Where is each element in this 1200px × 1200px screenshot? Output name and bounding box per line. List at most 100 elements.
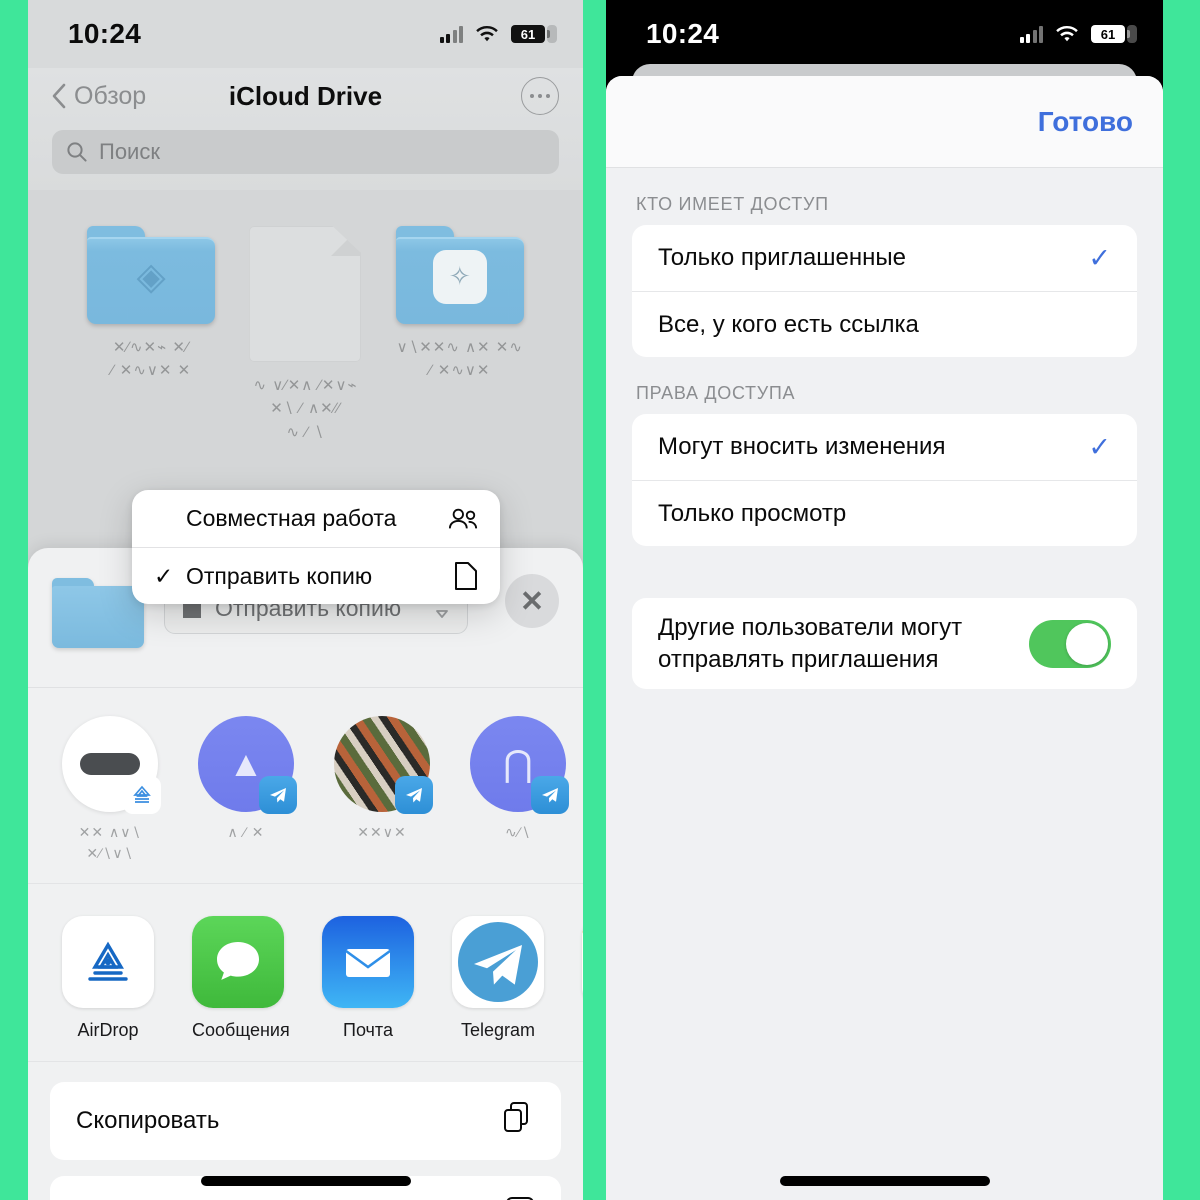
screenshot-root: 10:24 61 Обзор iCloud Drive Поиск ◈ ✕∕∿✕… bbox=[0, 0, 1200, 1200]
home-indicator bbox=[779, 1176, 990, 1186]
airpods-case-icon bbox=[80, 753, 140, 775]
battery-level: 61 bbox=[1100, 26, 1116, 42]
context-menu[interactable]: Совместная работа ✓ Отправить копию bbox=[132, 490, 500, 604]
telegram-icon bbox=[452, 916, 544, 1008]
status-indicators: 61 bbox=[1019, 25, 1137, 43]
status-indicators: 61 bbox=[439, 25, 557, 43]
option-invited-only[interactable]: Только приглашенные ✓ bbox=[632, 225, 1137, 291]
telegram-icon bbox=[531, 776, 569, 814]
checkmark-icon: ✓ bbox=[154, 562, 174, 589]
toggle-label: Другие пользователи могут отправлять при… bbox=[658, 614, 963, 673]
avatar: ▲ bbox=[198, 716, 297, 814]
file-name: ✕∕∿✕⌁ ✕∕ ∕ ✕∿∨✕ ✕ bbox=[111, 339, 192, 380]
context-menu-item-collaborate[interactable]: Совместная работа bbox=[132, 490, 500, 547]
back-button-label: Обзор bbox=[74, 81, 147, 110]
who-has-access-group: Только приглашенные ✓ Все, у кого есть с… bbox=[632, 225, 1137, 357]
people-icon bbox=[448, 507, 478, 531]
contact-name: ✕✕∨✕ bbox=[357, 824, 407, 840]
left-status-bar: 10:24 61 bbox=[28, 0, 583, 68]
cellular-bars-icon bbox=[1019, 25, 1043, 43]
battery-icon: 61 bbox=[511, 25, 550, 43]
toggle-knob bbox=[1066, 622, 1108, 665]
app-item-mail[interactable]: Почта bbox=[322, 916, 414, 1041]
avatar-initials-icon: ⋂ bbox=[503, 743, 533, 784]
file-name: ∿ ∨∕✕∧ ∕✕∨⌁ ✕∖ ∕ ∧✕∕∕ ∿ ∕ ∖ bbox=[253, 377, 358, 441]
file-item[interactable]: ◈ ✕∕∿✕⌁ ✕∕ ∕ ✕∿∨✕ ✕ bbox=[76, 226, 226, 444]
right-phone-screen: 10:24 61 Готово Кто имеет досту bbox=[606, 0, 1163, 1200]
shared-item-thumbnail bbox=[52, 578, 144, 648]
context-menu-item-label: Совместная работа bbox=[186, 505, 397, 531]
telegram-icon bbox=[259, 776, 297, 814]
left-phone-screen: 10:24 61 Обзор iCloud Drive Поиск ◈ ✕∕∿✕… bbox=[28, 0, 583, 1200]
folder-icon: ✧ bbox=[395, 226, 524, 324]
contact-item[interactable]: ⋂ ∿∕∖ bbox=[470, 716, 569, 873]
app-label: За bbox=[582, 1020, 583, 1041]
notes-icon bbox=[582, 916, 583, 1008]
others-can-invite-toggle[interactable] bbox=[1029, 619, 1111, 668]
folder-icon: ◈ bbox=[87, 226, 216, 324]
copy-icon bbox=[503, 1101, 535, 1142]
option-label: Только приглашенные bbox=[658, 244, 906, 272]
document-icon bbox=[448, 562, 478, 590]
avatar: ⋂ bbox=[470, 716, 569, 814]
done-button[interactable]: Готово bbox=[1038, 106, 1133, 138]
sharing-options-sheet: Готово Кто имеет доступ Только приглашен… bbox=[606, 76, 1163, 1200]
cellular-bars-icon bbox=[439, 25, 463, 43]
checkmark-icon: ✓ bbox=[1088, 431, 1111, 462]
file-name: ∨∖✕✕∿ ∧✕ ✕∿ ∕ ✕∿∨✕ bbox=[396, 339, 523, 380]
share-sheet: Отправить копию ✕ ✕✕ ∧∨∖ ✕∕∖∨∖ ▲ ∧ ∕ ✕ ✕… bbox=[28, 548, 583, 1200]
app-label: Telegram bbox=[460, 1020, 536, 1040]
chevron-left-icon bbox=[52, 83, 66, 109]
permissions-group: Могут вносить изменения ✓ Только просмот… bbox=[632, 414, 1137, 546]
app-label: AirDrop bbox=[77, 1020, 139, 1040]
app-item-notes[interactable]: За bbox=[582, 916, 583, 1041]
contact-name: ∿∕∖ bbox=[505, 824, 531, 840]
file-item[interactable]: ✧ ∨∖✕✕∿ ∧✕ ✕∿ ∕ ✕∿∨✕ bbox=[385, 226, 535, 444]
action-label: Скопировать bbox=[76, 1107, 220, 1134]
apps-row[interactable]: AirDrop Сообщения Почта Telegram bbox=[28, 884, 583, 1062]
file-item[interactable]: ∿ ∨∕✕∧ ∕✕∨⌁ ✕∖ ∕ ∧✕∕∕ ∿ ∕ ∖ bbox=[230, 226, 380, 444]
option-view-only[interactable]: Только просмотр bbox=[632, 480, 1137, 546]
action-copy[interactable]: Скопировать bbox=[50, 1082, 561, 1160]
airdrop-icon bbox=[62, 916, 154, 1008]
avatar bbox=[334, 716, 433, 814]
back-button[interactable]: Обзор bbox=[52, 82, 146, 111]
mail-icon bbox=[322, 916, 414, 1008]
sheet-header: Готово bbox=[606, 76, 1163, 168]
file-grid: ◈ ✕∕∿✕⌁ ✕∕ ∕ ✕∿∨✕ ✕ ∿ ∨∕✕∧ ∕✕∨⌁ ✕∖ ∕ ∧✕∕… bbox=[28, 226, 583, 444]
app-label: Почта bbox=[343, 1020, 393, 1040]
telegram-icon bbox=[395, 776, 433, 814]
contact-name: ∧ ∕ ✕ bbox=[227, 824, 265, 840]
status-time: 10:24 bbox=[68, 18, 142, 49]
context-menu-item-send-copy[interactable]: ✓ Отправить копию bbox=[132, 547, 500, 604]
messages-icon bbox=[192, 916, 284, 1008]
battery-icon: 61 bbox=[1091, 25, 1130, 43]
close-icon[interactable]: ✕ bbox=[505, 574, 559, 628]
contacts-row[interactable]: ✕✕ ∧∨∖ ✕∕∖∨∖ ▲ ∧ ∕ ✕ ✕✕∨✕ ⋂ ∿∕∖ bbox=[28, 688, 583, 884]
wifi-icon bbox=[476, 25, 498, 42]
contact-item[interactable]: ✕✕∨✕ bbox=[334, 716, 433, 873]
app-item-messages[interactable]: Сообщения bbox=[192, 916, 290, 1041]
files-navigation-bar: Обзор iCloud Drive Поиск bbox=[28, 68, 583, 190]
option-label: Только просмотр bbox=[658, 499, 847, 527]
option-can-make-changes[interactable]: Могут вносить изменения ✓ bbox=[632, 414, 1137, 480]
contact-item[interactable]: ✕✕ ∧∨∖ ✕∕∖∨∖ bbox=[62, 716, 161, 873]
option-label: Все, у кого есть ссылка bbox=[658, 310, 919, 338]
option-label: Могут вносить изменения bbox=[658, 433, 946, 461]
app-item-airdrop[interactable]: AirDrop bbox=[62, 916, 154, 1041]
app-item-telegram[interactable]: Telegram bbox=[452, 916, 544, 1041]
option-anyone-with-link[interactable]: Все, у кого есть ссылка bbox=[632, 291, 1137, 357]
checkmark-icon: ✓ bbox=[1088, 242, 1111, 273]
row-others-can-invite[interactable]: Другие пользователи могут отправлять при… bbox=[632, 598, 1137, 689]
contact-item[interactable]: ▲ ∧ ∕ ✕ bbox=[198, 716, 297, 873]
battery-level: 61 bbox=[520, 26, 536, 42]
app-label: Сообщения bbox=[192, 1020, 290, 1040]
wifi-icon bbox=[1056, 25, 1078, 42]
status-time: 10:24 bbox=[646, 18, 720, 49]
section-title-who-has-access: Кто имеет доступ bbox=[636, 194, 829, 214]
ellipsis-circle-icon[interactable] bbox=[521, 77, 559, 115]
folder-app-icon: ✧ bbox=[432, 249, 487, 304]
search-input[interactable]: Поиск bbox=[52, 130, 559, 174]
